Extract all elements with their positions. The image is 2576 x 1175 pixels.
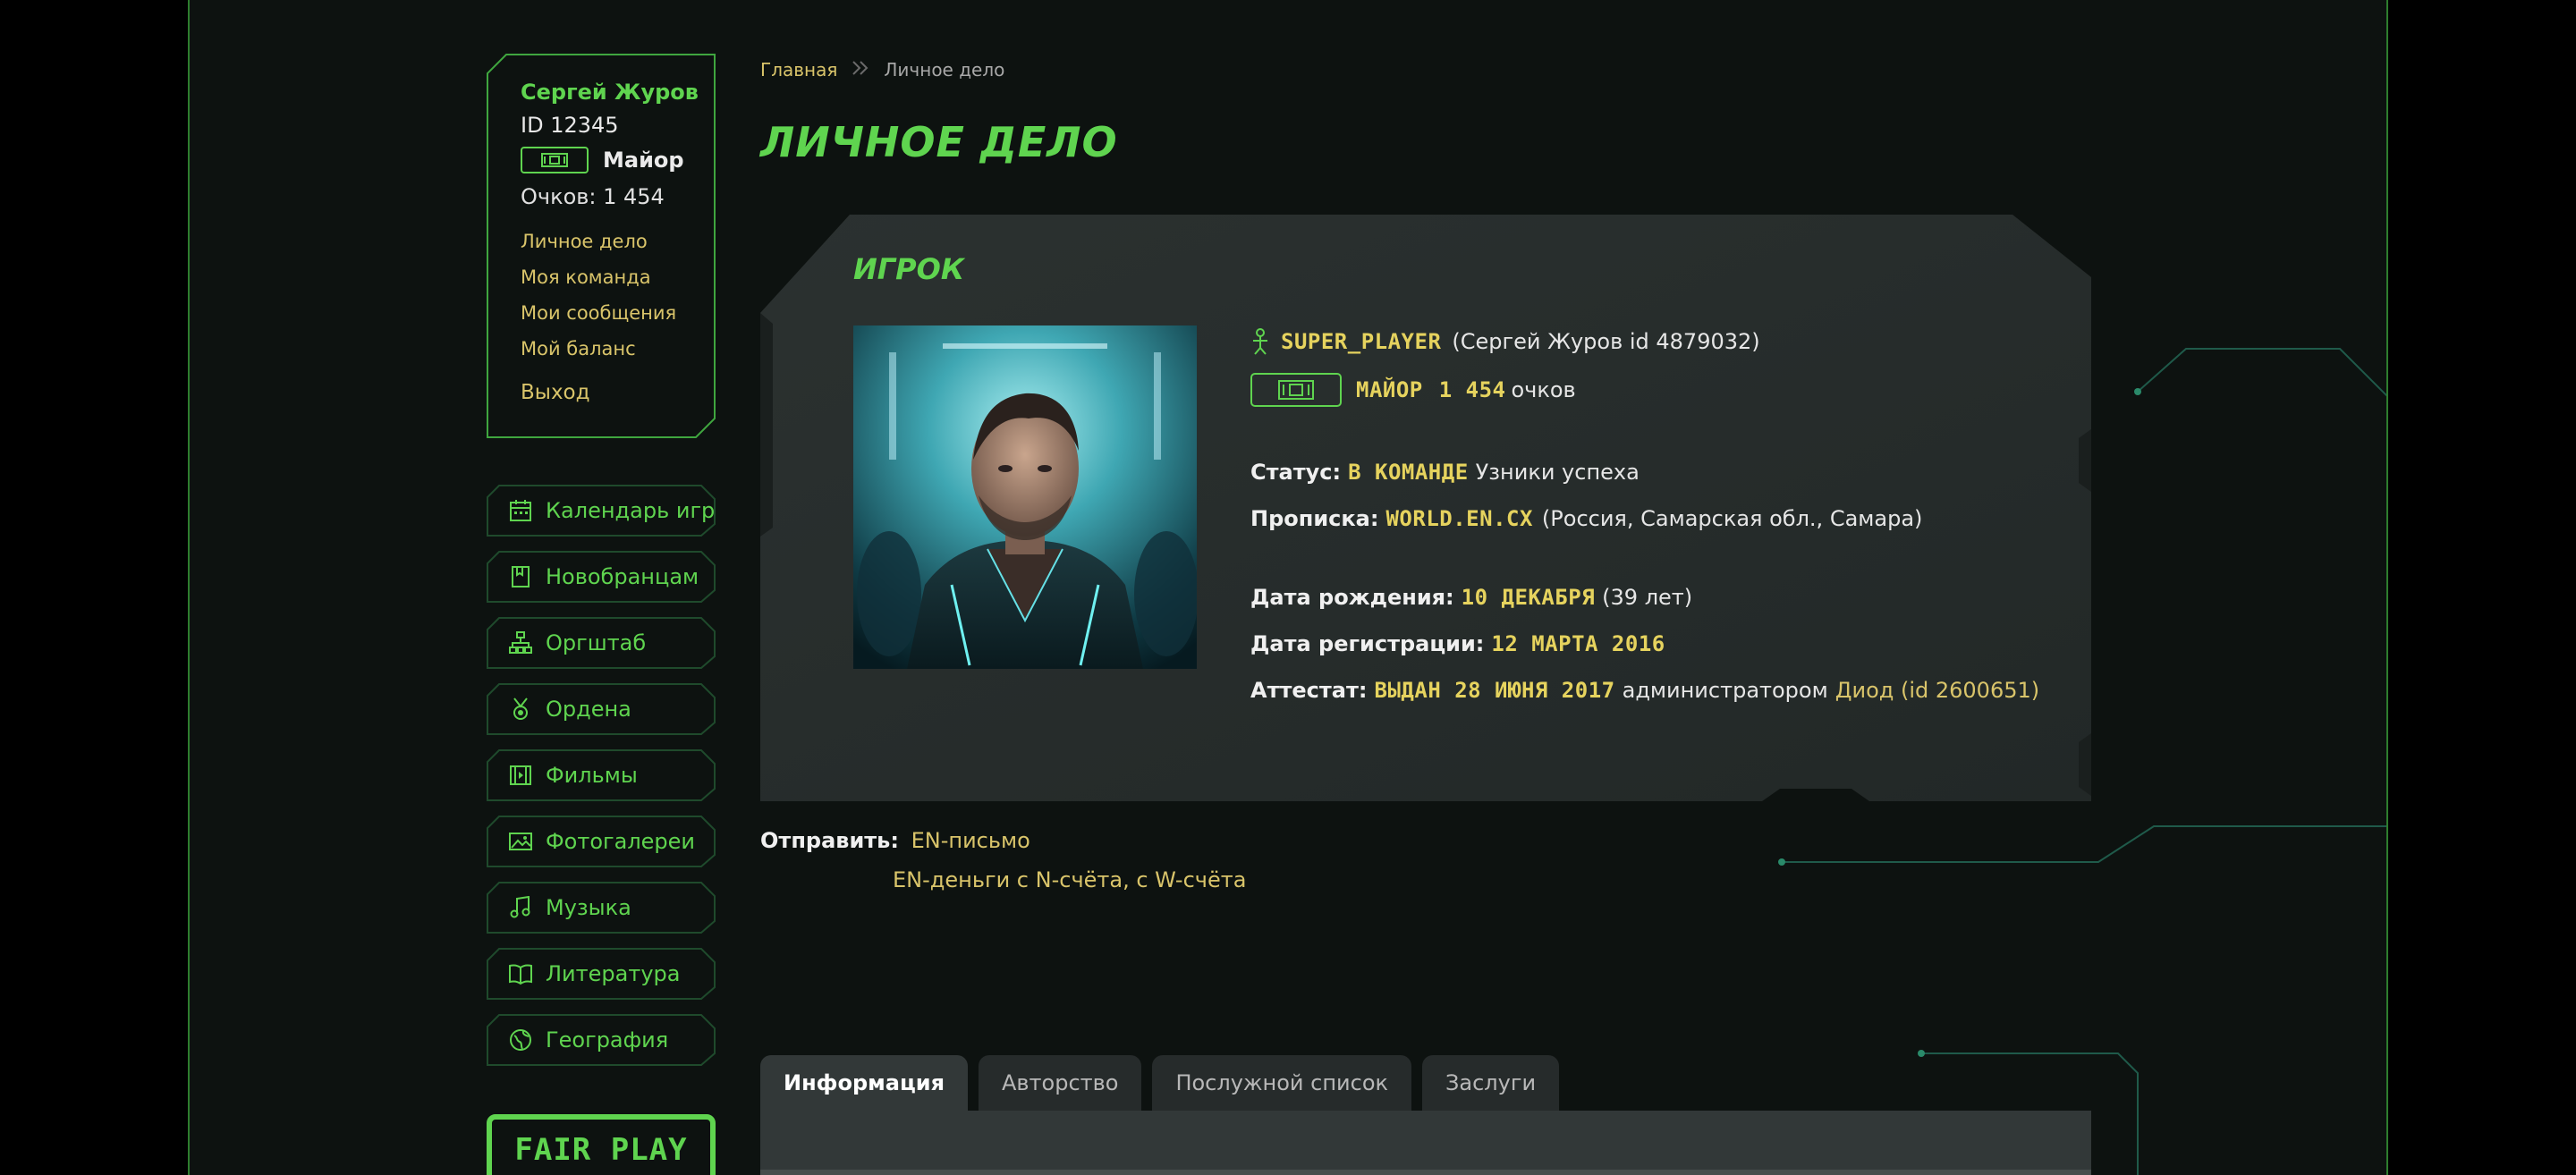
send-letter-link[interactable]: EN-письмо (911, 828, 1030, 853)
user-id: ID 12345 (521, 113, 619, 138)
card-title: ИГРОК (853, 252, 964, 286)
breadcrumb: Главная Личное дело (760, 59, 1004, 80)
profile-tabs: Информация Авторство Послужной список За… (760, 1055, 1570, 1111)
fair-play-logo[interactable]: FAIR PLAY (487, 1114, 716, 1175)
breadcrumb-current: Личное дело (884, 59, 1005, 80)
image-icon (508, 829, 533, 854)
birth-age: (39 лет) (1602, 585, 1693, 610)
player-rank: МАЙОР (1356, 377, 1423, 402)
nav-item-photo-galleries[interactable]: Фотогалереи (487, 816, 716, 867)
tab-information[interactable]: Информация (760, 1055, 968, 1111)
nav-label: География (546, 1027, 669, 1052)
nav-label: Оргштаб (546, 630, 647, 655)
player-nick-row: SUPER_PLAYER (Сергей Журов id 4879032) (1250, 324, 2073, 359)
rank-insignia-icon (1278, 380, 1314, 400)
nav-label: Фильмы (546, 763, 638, 788)
send-row: Отправить: EN-письмо (760, 828, 1030, 853)
player-status-row: Статус: В КОМАНДЕ Узники успеха (1250, 454, 2073, 490)
certificate-value: ВЫДАН 28 ИЮНЯ 2017 (1374, 678, 1615, 703)
player-points-unit: очков (1511, 377, 1576, 402)
org-chart-icon (508, 630, 533, 655)
nav-label: Ордена (546, 697, 631, 722)
player-certificate-row: Аттестат: ВЫДАН 28 ИЮНЯ 2017 администрат… (1250, 672, 2073, 708)
status-team-link[interactable]: Узники успеха (1476, 460, 1640, 485)
user-panel: Сергей Журов ID 12345 Майор Очков: 1 454… (487, 54, 716, 438)
registration-value: 12 МАРТА 2016 (1491, 631, 1665, 656)
nav-item-music[interactable]: Музыка (487, 882, 716, 934)
rank-badge (521, 147, 589, 173)
registration-label: Дата регистрации: (1250, 631, 1485, 656)
logout-link[interactable]: Выход (521, 381, 716, 404)
player-points: 1 454 (1438, 377, 1506, 402)
status-value: В КОМАНДЕ (1348, 460, 1469, 485)
nav-label: Календарь игр (546, 498, 716, 523)
send-label: Отправить: (760, 828, 899, 853)
birth-value: 10 ДЕКАБРЯ (1461, 585, 1596, 610)
player-registration-row: Дата регистрации: 12 МАРТА 2016 (1250, 626, 2073, 662)
nav-item-films[interactable]: Фильмы (487, 749, 716, 801)
domicile-label: Прописка: (1250, 506, 1379, 531)
player-rank-row: МАЙОР 1 454 очков (1250, 370, 2073, 410)
nav-item-calendar[interactable]: Календарь игр (487, 485, 716, 537)
domicile-value[interactable]: WORLD.EN.CX (1385, 506, 1532, 531)
user-link-dossier[interactable]: Личное дело (521, 224, 716, 259)
send-money-link[interactable]: EN-деньги с N-счёта, с W-счёта (893, 867, 1246, 892)
birth-label: Дата рождения: (1250, 585, 1454, 610)
page-title: ЛИЧНОЕ ДЕЛО (760, 118, 1118, 166)
calendar-icon (508, 498, 533, 523)
rank-badge (1250, 373, 1342, 407)
player-nick: SUPER_PLAYER (1281, 329, 1442, 354)
user-points: Очков: 1 454 (521, 184, 665, 209)
user-rank: Майор (603, 148, 684, 173)
film-icon (508, 763, 533, 788)
player-info: SUPER_PLAYER (Сергей Журов id 4879032) М… (1250, 324, 2073, 708)
player-birth-row: Дата рождения: 10 ДЕКАБРЯ (39 лет) (1250, 579, 2073, 615)
user-link-balance[interactable]: Мой баланс (521, 331, 716, 367)
certificate-admin-link[interactable]: Диод (id 2600651) (1835, 678, 2039, 703)
tab-panel-content (760, 1170, 2091, 1175)
medal-icon (508, 697, 533, 722)
nav-item-orders[interactable]: Ордена (487, 683, 716, 735)
sidebar-nav: Календарь игр Новобранцам Оргштаб Ордена (487, 485, 716, 1080)
breadcrumb-home[interactable]: Главная (760, 59, 837, 80)
nav-label: Литература (546, 961, 681, 986)
tab-service-record[interactable]: Послужной список (1152, 1055, 1412, 1111)
player-domicile-row: Прописка: WORLD.EN.CX (Россия, Самарская… (1250, 501, 2073, 537)
bookmark-icon (508, 564, 533, 589)
user-name[interactable]: Сергей Журов (521, 79, 716, 106)
globe-icon (508, 1027, 533, 1052)
nav-label: Музыка (546, 895, 631, 920)
user-links: Личное дело Моя команда Мои сообщения Мо… (521, 224, 716, 367)
double-chevron-right-icon (852, 59, 869, 80)
avatar-image (853, 325, 1197, 669)
player-icon (1253, 328, 1267, 355)
book-icon (508, 961, 533, 986)
nav-item-orgstaff[interactable]: Оргштаб (487, 617, 716, 669)
player-card: ИГРОК SUPER_PLAYER (Сергей Журов id 4879… (760, 215, 2091, 801)
nav-item-literature[interactable]: Литература (487, 948, 716, 1000)
nav-label: Фотогалереи (546, 829, 696, 854)
page-frame: Сергей Журов ID 12345 Майор Очков: 1 454… (188, 0, 2388, 1175)
user-link-team[interactable]: Моя команда (521, 259, 716, 295)
player-nick-detail: (Сергей Журов id 4879032) (1452, 329, 1760, 354)
music-note-icon (508, 895, 533, 920)
user-rank-row: Майор (521, 147, 716, 173)
nav-label: Новобранцам (546, 564, 699, 589)
domicile-detail: (Россия, Самарская обл., Самара) (1541, 506, 1923, 531)
status-label: Статус: (1250, 460, 1342, 485)
nav-item-newcomers[interactable]: Новобранцам (487, 551, 716, 603)
user-link-messages[interactable]: Мои сообщения (521, 295, 716, 331)
tab-authorship[interactable]: Авторство (978, 1055, 1142, 1111)
nav-item-geography[interactable]: География (487, 1014, 716, 1066)
player-avatar[interactable] (853, 325, 1197, 669)
tab-panel (760, 1111, 2091, 1175)
certificate-label: Аттестат: (1250, 678, 1368, 703)
tab-merits[interactable]: Заслуги (1422, 1055, 1560, 1111)
rank-insignia-icon (541, 153, 568, 167)
certificate-by: администратором (1622, 678, 1828, 703)
